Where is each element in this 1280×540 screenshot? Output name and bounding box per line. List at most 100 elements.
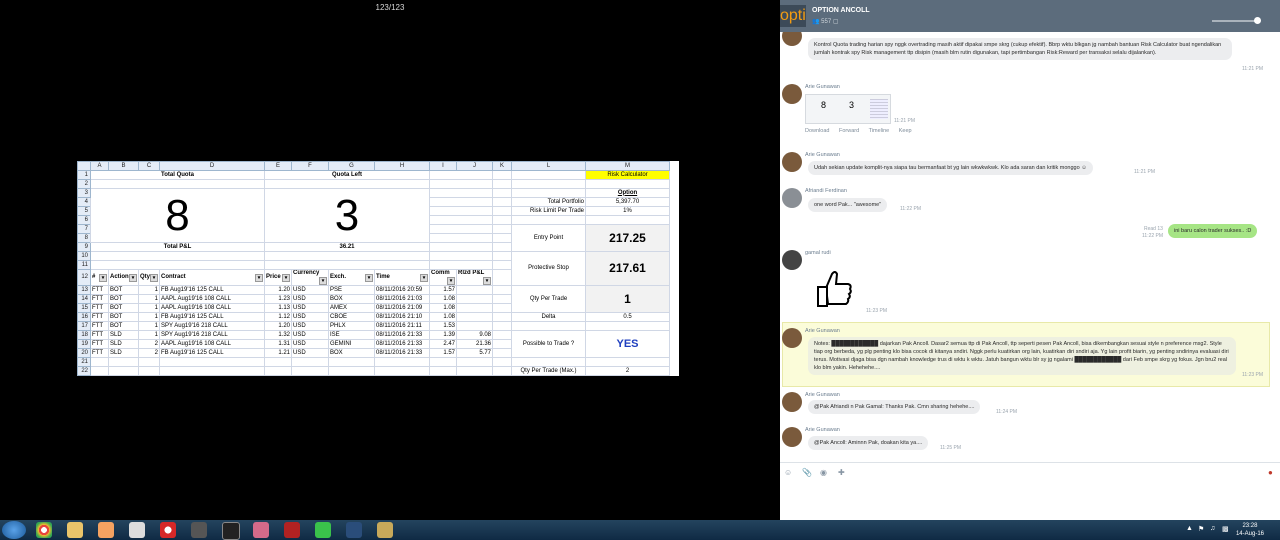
emoji-icon[interactable]: ☺ bbox=[784, 468, 792, 477]
trade-cell[interactable]: FTT bbox=[90, 321, 109, 331]
terminal-icon[interactable] bbox=[222, 522, 240, 540]
trade-cell[interactable]: FTT bbox=[90, 312, 109, 322]
trade-cell[interactable]: FTT bbox=[90, 303, 109, 313]
trade-cell[interactable]: 08/11/2016 21:03 bbox=[374, 294, 430, 304]
trade-cell[interactable]: 1.20 bbox=[264, 321, 292, 331]
cell[interactable] bbox=[585, 321, 670, 331]
delta-label[interactable]: Delta bbox=[511, 312, 586, 322]
option-label[interactable]: Option bbox=[585, 188, 670, 198]
risk-calculator-label[interactable]: Risk Calculator bbox=[585, 170, 670, 180]
column-header[interactable]: F bbox=[291, 161, 329, 171]
trade-cell[interactable]: 08/11/2016 21:33 bbox=[374, 348, 430, 358]
timeline-link[interactable]: Timeline bbox=[869, 128, 890, 134]
trade-cell[interactable]: 08/11/2016 20:59 bbox=[374, 285, 430, 295]
column-header[interactable]: L bbox=[511, 161, 586, 171]
trade-cell[interactable]: SPY Aug19'16 218 CALL bbox=[159, 330, 265, 340]
trade-cell[interactable]: 08/11/2016 21:33 bbox=[374, 330, 430, 340]
trade-cell[interactable]: FB Aug19'16 125 CALL bbox=[159, 285, 265, 295]
trade-cell[interactable]: FTT bbox=[90, 348, 109, 358]
cell[interactable] bbox=[108, 375, 139, 376]
cell[interactable] bbox=[159, 375, 265, 376]
system-clock[interactable]: 23:28 14-Aug-16 bbox=[1236, 522, 1264, 538]
trade-cell[interactable]: SPY Aug19'16 218 CALL bbox=[159, 321, 265, 331]
cell[interactable] bbox=[108, 357, 139, 367]
cell[interactable] bbox=[492, 188, 512, 198]
trade-cell[interactable]: 1 bbox=[138, 294, 160, 304]
filter-dropdown-icon[interactable]: ▾ bbox=[483, 277, 491, 285]
filter-header[interactable]: Qty ▾ bbox=[138, 269, 160, 286]
cell[interactable] bbox=[90, 357, 109, 367]
cell[interactable] bbox=[138, 375, 160, 376]
app-icon[interactable] bbox=[253, 522, 269, 538]
cell[interactable] bbox=[374, 357, 430, 367]
cell[interactable] bbox=[492, 303, 512, 313]
pdf-icon[interactable] bbox=[284, 522, 300, 538]
message-list[interactable]: Kontrol Quota trading harian spy nggk ov… bbox=[780, 32, 1280, 462]
qty-per-trade-label[interactable]: Qty Per Trade bbox=[511, 285, 586, 313]
cell[interactable] bbox=[90, 179, 265, 189]
avatar[interactable] bbox=[782, 32, 802, 46]
network-icon[interactable]: ▩ bbox=[1222, 525, 1229, 533]
filter-header[interactable]: # ▾ bbox=[90, 269, 109, 286]
cell[interactable] bbox=[492, 170, 512, 180]
trade-cell[interactable] bbox=[456, 294, 493, 304]
trade-cell[interactable]: USD bbox=[291, 348, 329, 358]
trade-cell[interactable]: USD bbox=[291, 339, 329, 349]
avatar[interactable] bbox=[782, 84, 802, 104]
chrome-icon[interactable] bbox=[36, 522, 52, 538]
trade-cell[interactable]: 1.12 bbox=[264, 312, 292, 322]
folder-icon[interactable] bbox=[67, 522, 83, 538]
cell[interactable] bbox=[511, 170, 586, 180]
trade-cell[interactable]: SLD bbox=[108, 330, 139, 340]
trade-cell[interactable]: 1.53 bbox=[429, 321, 457, 331]
app-icon[interactable] bbox=[377, 522, 393, 538]
row-header[interactable]: 23 bbox=[77, 375, 91, 376]
trade-cell[interactable]: SLD bbox=[108, 339, 139, 349]
row-header[interactable]: 1 bbox=[77, 170, 91, 180]
cell[interactable] bbox=[429, 188, 493, 198]
row-header[interactable]: 7 bbox=[77, 224, 91, 234]
cell[interactable] bbox=[456, 366, 493, 376]
trade-cell[interactable]: 1.08 bbox=[429, 312, 457, 322]
trade-cell[interactable]: 08/11/2016 21:33 bbox=[374, 339, 430, 349]
filter-header[interactable]: Comm ▾ bbox=[429, 269, 457, 286]
trade-cell[interactable]: USD bbox=[291, 303, 329, 313]
quota-left-label[interactable]: Quota Left bbox=[264, 170, 430, 180]
trade-cell[interactable]: 21.36 bbox=[456, 339, 493, 349]
forward-link[interactable]: Forward bbox=[839, 128, 859, 134]
row-header[interactable]: 5 bbox=[77, 206, 91, 216]
trade-cell[interactable]: 1.23 bbox=[264, 294, 292, 304]
row-header[interactable]: 8 bbox=[77, 233, 91, 243]
cell[interactable] bbox=[492, 330, 512, 340]
trade-cell[interactable]: 1 bbox=[138, 312, 160, 322]
cell[interactable] bbox=[492, 375, 512, 376]
trade-cell[interactable]: FTT bbox=[90, 330, 109, 340]
avatar[interactable] bbox=[782, 188, 802, 208]
trade-cell[interactable]: USD bbox=[291, 321, 329, 331]
trade-cell[interactable]: BOX bbox=[328, 294, 375, 304]
cell[interactable] bbox=[492, 312, 512, 322]
trade-cell[interactable]: AAPL Aug19'16 108 CALL bbox=[159, 339, 265, 349]
total-pl-value[interactable]: 36.21 bbox=[264, 242, 430, 252]
trade-cell[interactable]: FTT bbox=[90, 294, 109, 304]
cell[interactable] bbox=[585, 215, 670, 225]
trade-cell[interactable]: 9.08 bbox=[456, 330, 493, 340]
cell[interactable] bbox=[429, 233, 493, 243]
cell[interactable] bbox=[138, 357, 160, 367]
cell[interactable] bbox=[492, 215, 512, 225]
trade-cell[interactable]: 08/11/2016 21:11 bbox=[374, 321, 430, 331]
app-icon[interactable] bbox=[129, 522, 145, 538]
filter-dropdown-icon[interactable]: ▾ bbox=[282, 273, 290, 282]
column-header[interactable]: M bbox=[585, 161, 670, 171]
app-icon[interactable] bbox=[346, 522, 362, 538]
filter-dropdown-icon[interactable]: ▾ bbox=[447, 277, 455, 285]
trade-cell[interactable]: 1 bbox=[138, 285, 160, 295]
trade-cell[interactable]: 1 bbox=[138, 330, 160, 340]
row-header[interactable]: 10 bbox=[77, 251, 91, 261]
keep-link[interactable]: Keep bbox=[899, 128, 912, 134]
trade-cell[interactable]: GEMINI bbox=[328, 339, 375, 349]
trade-cell[interactable] bbox=[456, 312, 493, 322]
opera-icon[interactable] bbox=[160, 522, 176, 538]
trade-cell[interactable]: 1.57 bbox=[429, 285, 457, 295]
trade-cell[interactable]: PHLX bbox=[328, 321, 375, 331]
